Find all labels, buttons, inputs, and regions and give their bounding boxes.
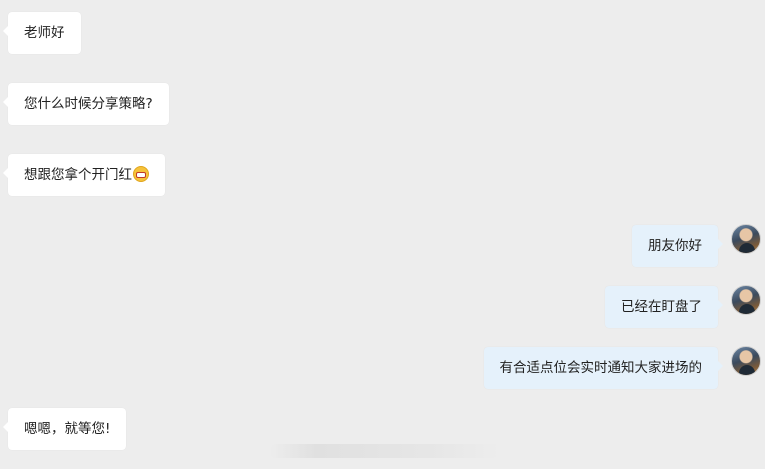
- message-bubble-incoming[interactable]: 想跟您拿个开门红: [3, 154, 165, 196]
- message-row: 您什么时候分享策略?: [3, 83, 169, 125]
- message-bubble-incoming[interactable]: 老师好: [3, 12, 81, 54]
- message-row: 嗯嗯，就等您!: [2, 408, 127, 450]
- chat-window: 老师好 您什么时候分享策略? 想跟您拿个开门红 朋友你好 已经在盯盘了 有合适点…: [0, 0, 765, 469]
- message-bubble-incoming[interactable]: 您什么时候分享策略?: [3, 83, 169, 125]
- message-text: 嗯嗯，就等您!: [24, 421, 111, 437]
- user-avatar[interactable]: [731, 285, 761, 315]
- user-avatar[interactable]: [731, 224, 761, 254]
- message-row: 已经在盯盘了: [605, 286, 723, 328]
- message-text: 已经在盯盘了: [621, 299, 702, 315]
- grinning-face-emoji-icon: [133, 166, 149, 182]
- message-bubble-outgoing[interactable]: 朋友你好: [632, 225, 723, 267]
- message-text: 您什么时候分享策略?: [24, 96, 153, 112]
- message-text: 老师好: [24, 25, 65, 41]
- message-row: 朋友你好: [632, 225, 723, 267]
- watermark: [270, 444, 500, 458]
- message-bubble-outgoing[interactable]: 已经在盯盘了: [605, 286, 723, 328]
- message-bubble-outgoing[interactable]: 有合适点位会实时通知大家进场的: [483, 347, 723, 389]
- message-text: 朋友你好: [648, 238, 702, 254]
- message-text: 想跟您拿个开门红: [24, 167, 132, 183]
- message-text: 有合适点位会实时通知大家进场的: [499, 360, 703, 376]
- message-row: 想跟您拿个开门红: [3, 154, 165, 196]
- message-row: 老师好: [3, 12, 81, 54]
- message-row: 有合适点位会实时通知大家进场的: [483, 347, 723, 389]
- message-bubble-incoming[interactable]: 嗯嗯，就等您!: [2, 408, 127, 450]
- user-avatar[interactable]: [731, 346, 761, 376]
